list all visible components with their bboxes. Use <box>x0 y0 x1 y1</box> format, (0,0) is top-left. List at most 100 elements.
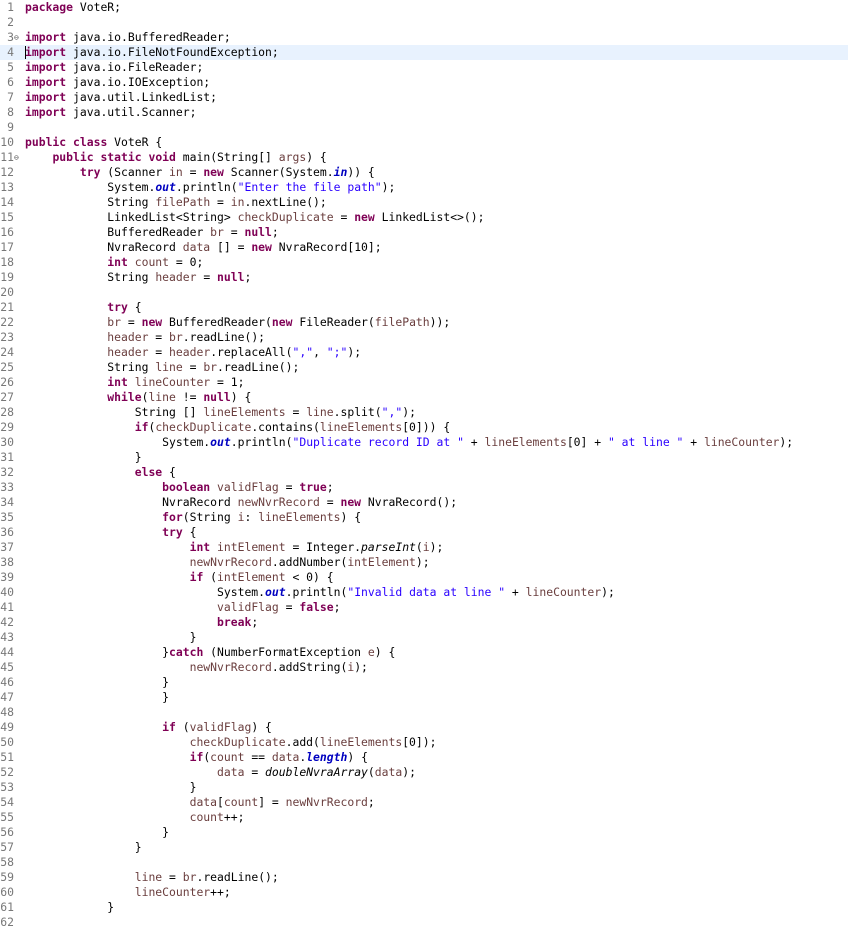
code-line[interactable]: 36 try { <box>0 525 848 540</box>
code-line[interactable]: 11 ⊖ public static void main(String[] arg… <box>0 150 848 165</box>
code-line[interactable]: 5 import java.io.FileReader; <box>0 60 848 75</box>
code-line[interactable]: 1 package VoteR; <box>0 0 848 15</box>
code-line[interactable]: 17 NvraRecord data [] = new NvraRecord[1… <box>0 240 848 255</box>
code-line[interactable]: 29 if(checkDuplicate.contains(lineElemen… <box>0 420 848 435</box>
line-source: header = header.replaceAll(",", ";"); <box>25 345 361 360</box>
code-line[interactable]: 31 } <box>0 450 848 465</box>
code-line[interactable]: 6 import java.io.IOException; <box>0 75 848 90</box>
code-line[interactable]: 8 import java.util.Scanner; <box>0 105 848 120</box>
code-line[interactable]: 52 data = doubleNvraArray(data); <box>0 765 848 780</box>
code-line[interactable]: 7 import java.util.LinkedList; <box>0 90 848 105</box>
line-number: 53 <box>0 780 14 794</box>
code-line[interactable]: 35 for(String i: lineElements) { <box>0 510 848 525</box>
code-line[interactable]: 13 System.out.println("Enter the file pa… <box>0 180 848 195</box>
code-line[interactable]: 34 NvraRecord newNvrRecord = new NvraRec… <box>0 495 848 510</box>
code-line[interactable]: 3 ⊖ import java.io.BufferedReader; <box>0 30 848 45</box>
line-number: 41 <box>0 600 14 614</box>
code-line[interactable]: 49 if (validFlag) { <box>0 720 848 735</box>
variable: lineElements <box>258 510 341 524</box>
code-line[interactable]: 37 int intElement = Integer.parseInt(i); <box>0 540 848 555</box>
code-line[interactable]: 22 br = new BufferedReader(new FileReade… <box>0 315 848 330</box>
keyword: public <box>52 150 94 164</box>
line-source: public static void main(String[] args) { <box>25 150 327 165</box>
code-line[interactable]: 25 String line = br.readLine(); <box>0 360 848 375</box>
line-number: 54 <box>0 795 14 809</box>
code-line[interactable]: 18 int count = 0; <box>0 255 848 270</box>
code-line[interactable]: 2 <box>0 15 848 30</box>
code-line[interactable]: 45 newNvrRecord.addString(i); <box>0 660 848 675</box>
code-line[interactable]: 10 public class VoteR { <box>0 135 848 150</box>
code-line[interactable]: 30 System.out.println("Duplicate record … <box>0 435 848 450</box>
code-line[interactable]: 59 line = br.readLine(); <box>0 870 848 885</box>
code-line[interactable]: 58 <box>0 855 848 870</box>
code-line[interactable]: 46 } <box>0 675 848 690</box>
code-line[interactable]: 56 } <box>0 825 848 840</box>
code-line[interactable]: 61 } <box>0 900 848 915</box>
code-line[interactable]: 55 count++; <box>0 810 848 825</box>
code-line[interactable]: 60 lineCounter++; <box>0 885 848 900</box>
code-line[interactable]: 24 header = header.replaceAll(",", ";"); <box>0 345 848 360</box>
line-source: import java.io.IOException; <box>25 75 210 90</box>
code-line[interactable]: 47 } <box>0 690 848 705</box>
code-line[interactable]: 43 } <box>0 630 848 645</box>
code-line[interactable]: 54 data[count] = newNvrRecord; <box>0 795 848 810</box>
code-line[interactable]: 57 } <box>0 840 848 855</box>
code-line[interactable]: 32 else { <box>0 465 848 480</box>
code-line[interactable]: 23 header = br.readLine(); <box>0 330 848 345</box>
fold-collapse-icon[interactable]: ⊖ <box>14 150 22 165</box>
code-line[interactable]: 42 break; <box>0 615 848 630</box>
keyword: null <box>203 390 231 404</box>
code-line[interactable]: 53 } <box>0 780 848 795</box>
code-line[interactable]: 16 BufferedReader br = null; <box>0 225 848 240</box>
code-text: = <box>244 765 266 779</box>
code-line[interactable]: 40 System.out.println("Invalid data at l… <box>0 585 848 600</box>
line-number: 22 <box>0 315 14 329</box>
code-line[interactable]: 12 try (Scanner in = new Scanner(System.… <box>0 165 848 180</box>
code-line[interactable]: 48 <box>0 705 848 720</box>
code-text: ) { <box>306 150 327 164</box>
variable: i <box>422 540 430 554</box>
code-line[interactable]: 28 String [] lineElements = line.split("… <box>0 405 848 420</box>
code-text: ); <box>381 180 396 194</box>
string-literal: "Invalid data at line " <box>347 585 506 599</box>
line-source: else { <box>25 465 176 480</box>
code-line[interactable]: 27 while(line != null) { <box>0 390 848 405</box>
code-line[interactable]: 15 LinkedList<String> checkDuplicate = n… <box>0 210 848 225</box>
code-text: .contains( <box>251 420 320 434</box>
code-text: [] = <box>210 240 252 254</box>
code-text: BufferedReader <box>25 225 211 239</box>
code-text: (Scanner <box>100 165 170 179</box>
code-line[interactable]: 38 newNvrRecord.addNumber(intElement); <box>0 555 848 570</box>
code-line[interactable]: 9 <box>0 120 848 135</box>
code-line[interactable]: 21 try { <box>0 300 848 315</box>
fold-collapse-icon[interactable]: ⊖ <box>14 30 22 45</box>
code-line[interactable]: 19 String header = null; <box>0 270 848 285</box>
code-line[interactable]: 39 if (intElement < 0) { <box>0 570 848 585</box>
line-source: checkDuplicate.add(lineElements[0]); <box>25 735 437 750</box>
line-source: int count = 0; <box>25 255 203 270</box>
code-line[interactable]: 51 if(count == data.length) { <box>0 750 848 765</box>
code-line[interactable]: 44 }catch (NumberFormatException e) { <box>0 645 848 660</box>
code-line[interactable]: 33 boolean validFlag = true; <box>0 480 848 495</box>
code-line[interactable]: 26 int lineCounter = 1; <box>0 375 848 390</box>
line-number: 27 <box>0 390 14 404</box>
code-line[interactable]: 50 checkDuplicate.add(lineElements[0]); <box>0 735 848 750</box>
line-source: String line = br.readLine(); <box>25 360 299 375</box>
line-source: import java.util.Scanner; <box>25 105 196 120</box>
line-number: 1 <box>7 0 14 14</box>
code-editor[interactable]: 1 package VoteR; 2 3 ⊖ import java.io.Buffere… <box>0 0 848 929</box>
code-text: NvraRecord(); <box>361 495 458 509</box>
code-line[interactable]: 62 <box>0 915 848 930</box>
code-text: = <box>278 600 300 614</box>
code-line[interactable]: 4 import java.io.FileNotFoundException; <box>0 45 848 60</box>
variable: newNvrRecord <box>285 795 368 809</box>
code-line[interactable]: 14 String filePath = in.nextLine(); <box>0 195 848 210</box>
string-literal: "Enter the file path" <box>237 180 382 194</box>
code-line[interactable]: 41 validFlag = false; <box>0 600 848 615</box>
code-text: < 0) { <box>285 570 334 584</box>
code-line[interactable]: 20 <box>0 285 848 300</box>
